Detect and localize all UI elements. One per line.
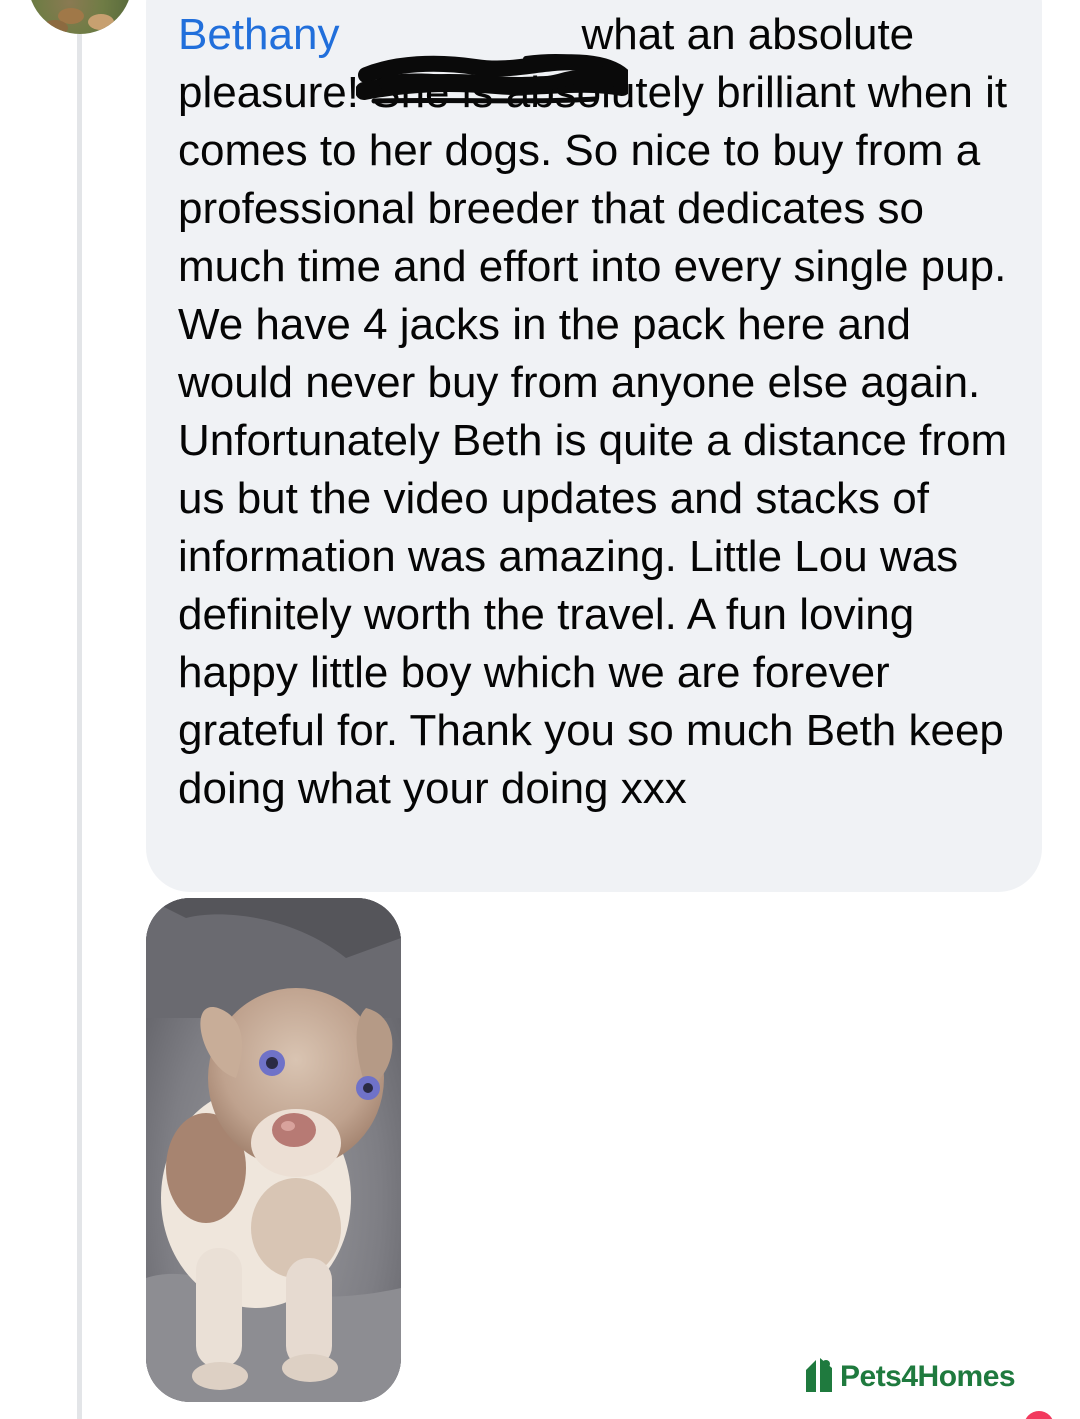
commenter-avatar[interactable] bbox=[28, 0, 132, 34]
notification-dot bbox=[1024, 1411, 1054, 1419]
name-redaction-scribble bbox=[356, 54, 628, 104]
comment-thread: Bethany what an absolute pleasure! She is… bbox=[0, 0, 1080, 1419]
pets4homes-logo-icon bbox=[806, 1358, 832, 1392]
thread-reply-line bbox=[77, 34, 82, 1419]
author-name-link[interactable]: Bethany bbox=[178, 10, 339, 59]
pets4homes-wordmark: Pets4Homes bbox=[840, 1360, 1016, 1393]
puppy-image bbox=[146, 898, 401, 1402]
pets4homes-watermark: Pets4Homes bbox=[800, 1350, 1040, 1400]
puppy-photo[interactable] bbox=[146, 898, 401, 1402]
comment-bubble: Bethany what an absolute pleasure! She is… bbox=[146, 0, 1042, 892]
comment-body: what an absolute pleasure! She is absolu… bbox=[178, 10, 1008, 813]
comment-text: Bethany what an absolute pleasure! She is… bbox=[178, 6, 1022, 818]
